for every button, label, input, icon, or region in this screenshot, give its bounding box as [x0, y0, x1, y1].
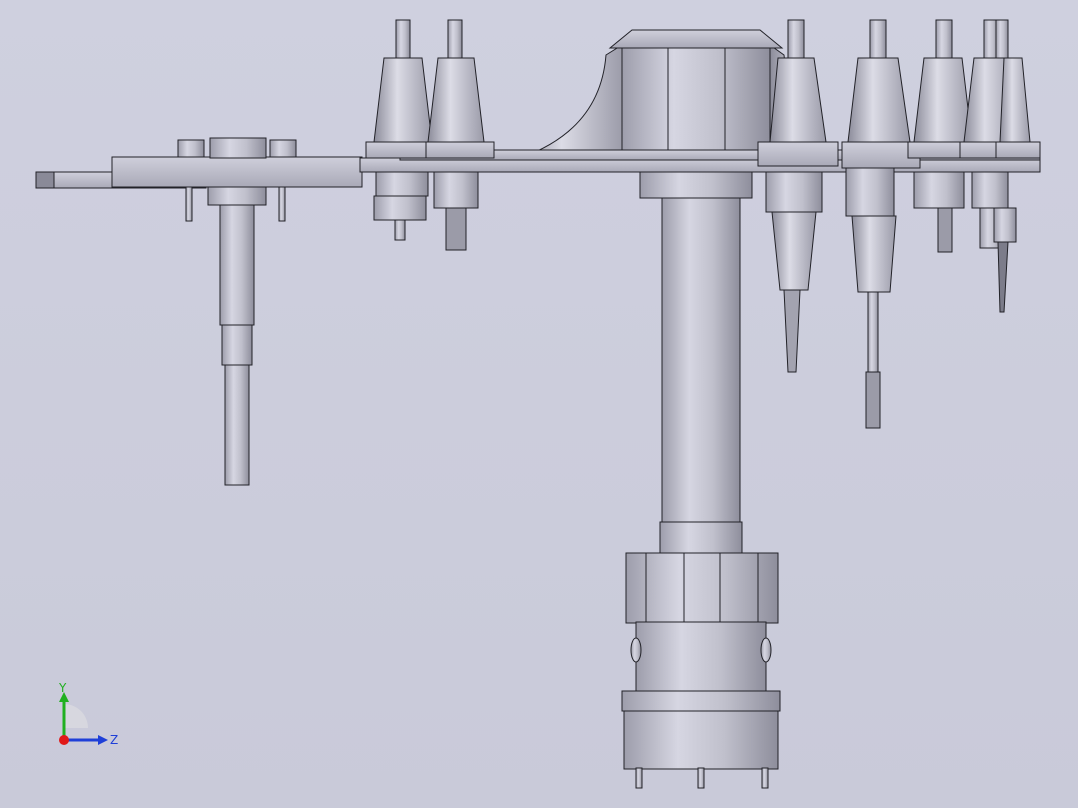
column-shaft — [661, 197, 741, 524]
3d-viewport[interactable]: Y Z — [0, 0, 1078, 808]
column-clamp — [625, 552, 779, 624]
orientation-triad: Y Z — [58, 681, 118, 747]
left-arm-plate — [111, 156, 363, 188]
column-base-flange — [621, 690, 781, 712]
left-arm — [35, 137, 363, 486]
column-base — [623, 710, 779, 770]
left-arm-shaft — [219, 204, 255, 326]
x-axis-dot — [59, 735, 69, 745]
z-axis-label: Z — [110, 733, 118, 747]
main-column — [621, 169, 781, 789]
tool-changer-model[interactable] — [0, 0, 1078, 808]
z-axis-arrow — [98, 735, 108, 745]
y-axis-label: Y — [58, 681, 67, 695]
triad-quadrant — [64, 704, 88, 728]
